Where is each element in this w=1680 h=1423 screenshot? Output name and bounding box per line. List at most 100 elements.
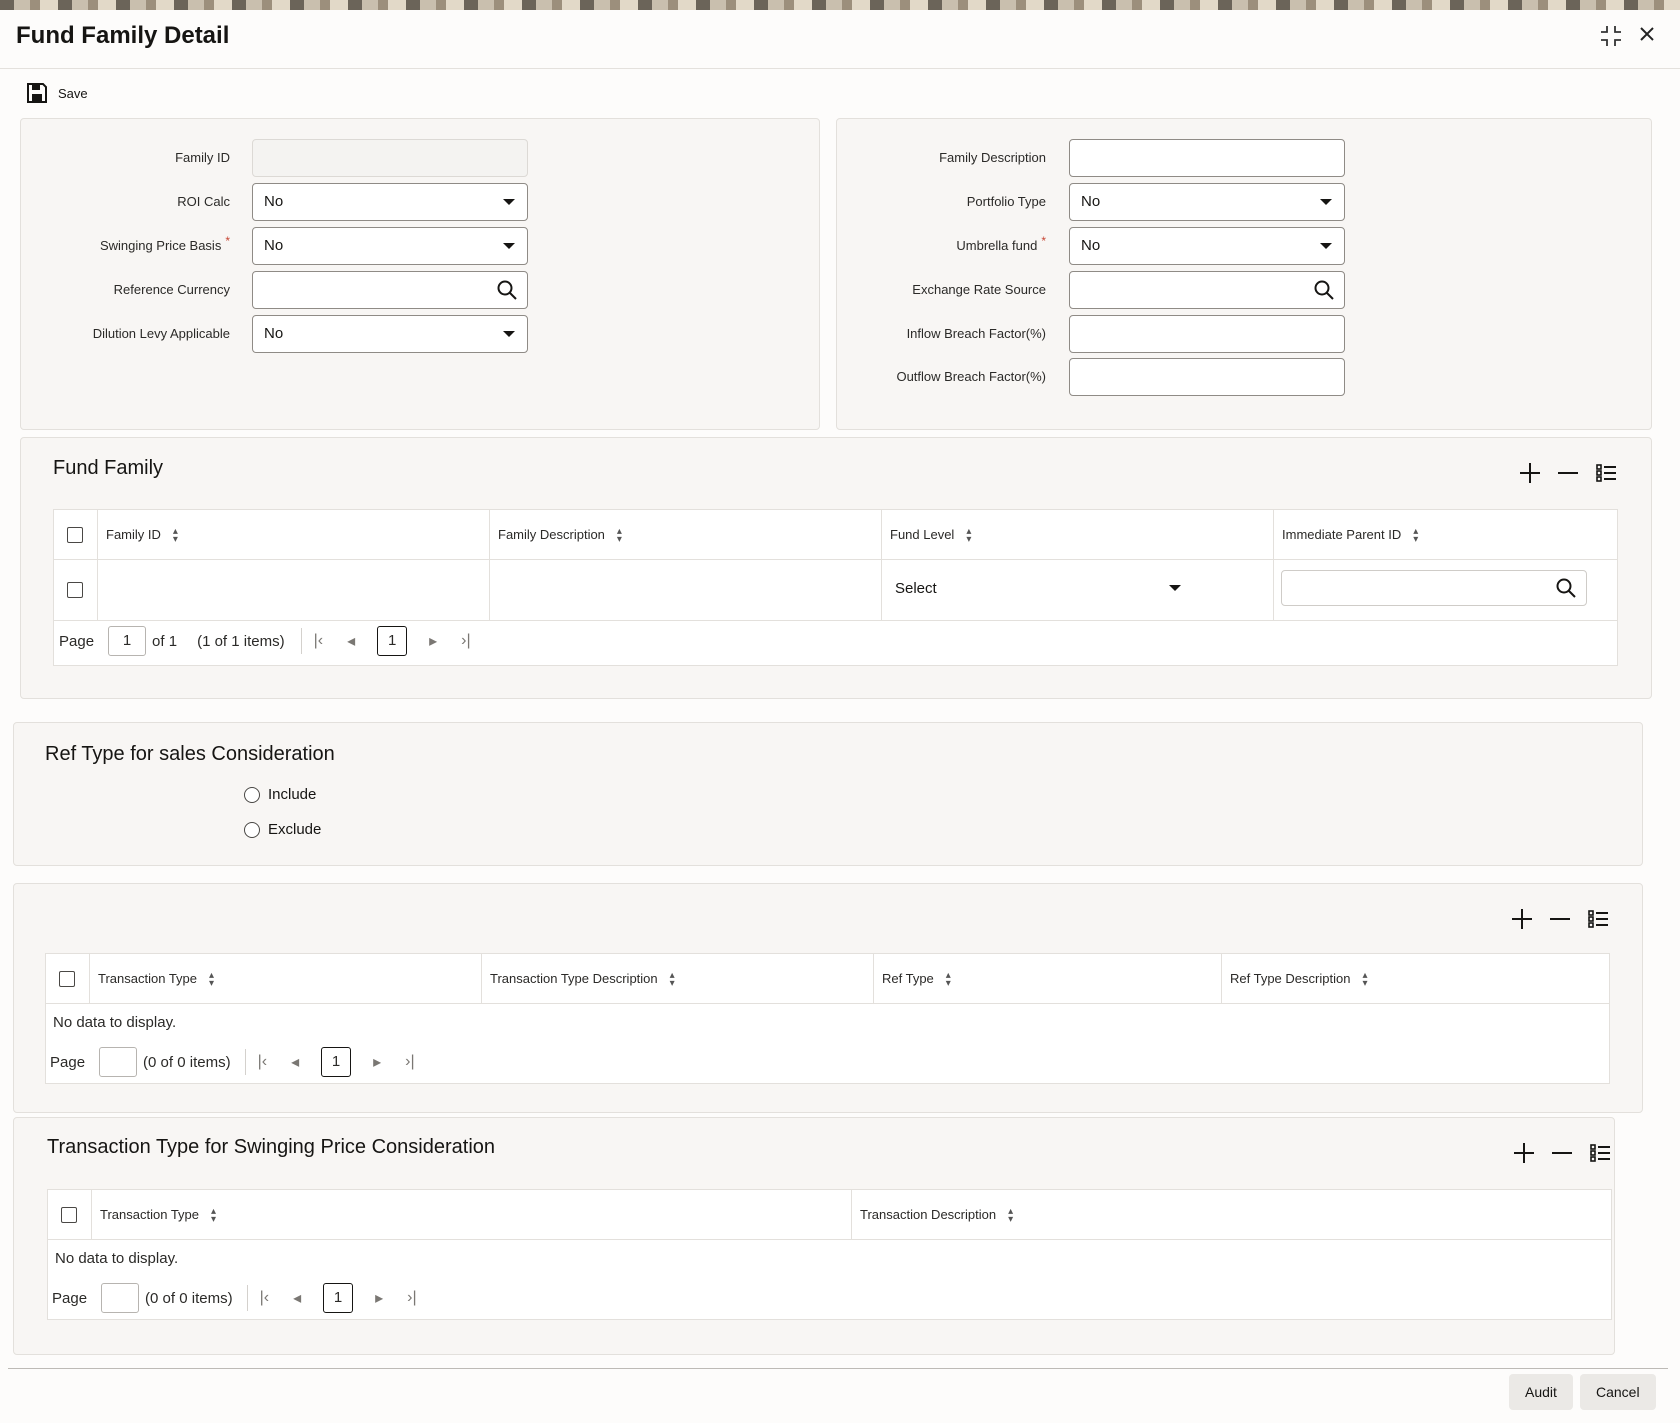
- pager-divider: [244, 1049, 246, 1075]
- umbrella-fund-select[interactable]: No: [1069, 227, 1345, 265]
- first-page-icon[interactable]: |‹: [314, 632, 323, 650]
- add-row-icon[interactable]: [1512, 909, 1532, 929]
- col-family-description[interactable]: Family Description ▴ ▾: [489, 510, 881, 560]
- col-transaction-type[interactable]: Transaction Type ▴ ▾: [89, 954, 481, 1004]
- chevron-down-icon: [503, 199, 515, 205]
- audit-button[interactable]: Audit: [1509, 1374, 1573, 1410]
- col-transaction-type-description-label: Transaction Type Description: [490, 971, 658, 986]
- first-page-icon[interactable]: |‹: [258, 1053, 267, 1071]
- exclude-radio[interactable]: Exclude: [244, 821, 321, 838]
- sort-icon[interactable]: ▴ ▾: [173, 526, 178, 544]
- delete-row-icon[interactable]: [1552, 1143, 1572, 1163]
- fund-level-select[interactable]: Select: [889, 570, 1189, 608]
- col-family-id[interactable]: Family ID ▴ ▾: [97, 510, 489, 560]
- swing-toolbar: [1514, 1143, 1610, 1163]
- col-ref-type-description-label: Ref Type Description: [1230, 971, 1351, 986]
- immediate-parent-id-input[interactable]: [1281, 570, 1587, 606]
- delete-row-icon[interactable]: [1558, 463, 1578, 483]
- row-checkbox[interactable]: [67, 582, 83, 598]
- col-fund-level-label: Fund Level: [890, 527, 955, 542]
- ref-grid-pager: Page (0 of 0 items) |‹ ◂ 1 ▸ ›|: [50, 1047, 427, 1077]
- portfolio-type-select[interactable]: No: [1069, 183, 1345, 221]
- prev-page-icon[interactable]: ◂: [291, 1052, 299, 1072]
- column-settings-icon[interactable]: [1590, 1143, 1610, 1163]
- column-settings-icon[interactable]: [1596, 463, 1616, 483]
- sort-icon[interactable]: ▴ ▾: [211, 1206, 216, 1224]
- outflow-breach-label: Outflow Breach Factor(%): [896, 369, 1046, 384]
- family-id-input[interactable]: [252, 139, 528, 177]
- pager-divider: [300, 628, 302, 654]
- sort-icon[interactable]: ▴ ▾: [617, 526, 622, 544]
- title-divider: [0, 68, 1680, 69]
- current-page[interactable]: 1: [323, 1283, 354, 1313]
- next-page-icon[interactable]: ▸: [429, 631, 437, 651]
- family-description-input[interactable]: [1069, 139, 1345, 177]
- next-page-icon[interactable]: ▸: [373, 1052, 381, 1072]
- add-row-icon[interactable]: [1520, 463, 1540, 483]
- roi-calc-label: ROI Calc: [177, 194, 230, 209]
- last-page-icon[interactable]: ›|: [461, 632, 470, 650]
- swinging-price-basis-value: No: [264, 237, 284, 254]
- include-label: Include: [268, 786, 317, 803]
- reference-currency-label: Reference Currency: [113, 282, 230, 297]
- select-all-checkbox[interactable]: [67, 527, 83, 543]
- sort-icon[interactable]: ▴ ▾: [966, 526, 971, 544]
- reference-currency-input[interactable]: [252, 271, 528, 309]
- sort-icon[interactable]: ▴ ▾: [670, 970, 675, 988]
- cancel-button[interactable]: Cancel: [1580, 1374, 1656, 1410]
- last-page-icon[interactable]: ›|: [405, 1053, 414, 1071]
- column-settings-icon[interactable]: [1588, 909, 1608, 929]
- search-icon[interactable]: [1314, 280, 1334, 300]
- close-icon[interactable]: [1634, 24, 1660, 50]
- dilution-levy-select[interactable]: No: [252, 315, 528, 353]
- prev-page-icon[interactable]: ◂: [347, 631, 355, 651]
- last-page-icon[interactable]: ›|: [407, 1289, 416, 1307]
- prev-page-icon[interactable]: ◂: [293, 1288, 301, 1308]
- col-family-description-label: Family Description: [498, 527, 605, 542]
- col-ref-type-description[interactable]: Ref Type Description ▴ ▾: [1221, 954, 1611, 1004]
- sort-icon[interactable]: ▴ ▾: [1413, 526, 1418, 544]
- col-transaction-type-label: Transaction Type: [98, 971, 197, 986]
- fund-family-grid: Family ID ▴ ▾ Family Description ▴ ▾ Fund Le…: [53, 509, 1618, 666]
- col-immediate-parent-id[interactable]: Immediate Parent ID ▴ ▾: [1273, 510, 1619, 560]
- swinging-price-basis-label: Swinging Price Basis *: [40, 234, 230, 253]
- save-button[interactable]: Save: [26, 82, 88, 104]
- portfolio-type-value: No: [1081, 193, 1101, 210]
- sort-icon[interactable]: ▴ ▾: [1362, 970, 1367, 988]
- exchange-rate-source-label: Exchange Rate Source: [912, 282, 1046, 297]
- col-ref-type[interactable]: Ref Type ▴ ▾: [873, 954, 1221, 1004]
- sort-icon[interactable]: ▴ ▾: [946, 970, 951, 988]
- select-all-checkbox[interactable]: [59, 971, 75, 987]
- current-page[interactable]: 1: [321, 1047, 352, 1077]
- sort-icon[interactable]: ▴ ▾: [209, 970, 214, 988]
- sort-icon[interactable]: ▴ ▾: [1008, 1206, 1013, 1224]
- page-input[interactable]: 1: [108, 626, 147, 656]
- page-input[interactable]: [99, 1047, 138, 1077]
- outflow-breach-input[interactable]: [1069, 358, 1345, 396]
- search-icon[interactable]: [497, 280, 517, 300]
- include-radio[interactable]: Include: [244, 786, 316, 803]
- next-page-icon[interactable]: ▸: [375, 1288, 383, 1308]
- swing-grid-header: Transaction Type ▴ ▾ Transaction Descripti…: [48, 1190, 1611, 1240]
- page-input[interactable]: [101, 1283, 140, 1313]
- inflow-breach-input[interactable]: [1069, 315, 1345, 353]
- collapse-icon[interactable]: [1598, 24, 1624, 50]
- search-icon[interactable]: [1556, 578, 1576, 598]
- no-data-message: No data to display.: [55, 1250, 179, 1267]
- cell-divider: [1273, 560, 1274, 621]
- swing-grid-pager: Page (0 of 0 items) |‹ ◂ 1 ▸ ›|: [52, 1283, 429, 1313]
- first-page-icon[interactable]: |‹: [260, 1289, 269, 1307]
- col-fund-level[interactable]: Fund Level ▴ ▾: [881, 510, 1273, 560]
- col-transaction-type-description[interactable]: Transaction Type Description ▴ ▾: [481, 954, 873, 1004]
- add-row-icon[interactable]: [1514, 1143, 1534, 1163]
- exchange-rate-source-input[interactable]: [1069, 271, 1345, 309]
- delete-row-icon[interactable]: [1550, 909, 1570, 929]
- current-page[interactable]: 1: [377, 626, 408, 656]
- swinging-price-basis-select[interactable]: No: [252, 227, 528, 265]
- col-transaction-type[interactable]: Transaction Type ▴ ▾: [91, 1190, 851, 1240]
- chevron-down-icon: [1320, 199, 1332, 205]
- roi-calc-select[interactable]: No: [252, 183, 528, 221]
- col-transaction-description[interactable]: Transaction Description ▴ ▾: [851, 1190, 1613, 1240]
- select-all-checkbox[interactable]: [61, 1207, 77, 1223]
- exclude-label: Exclude: [268, 821, 322, 838]
